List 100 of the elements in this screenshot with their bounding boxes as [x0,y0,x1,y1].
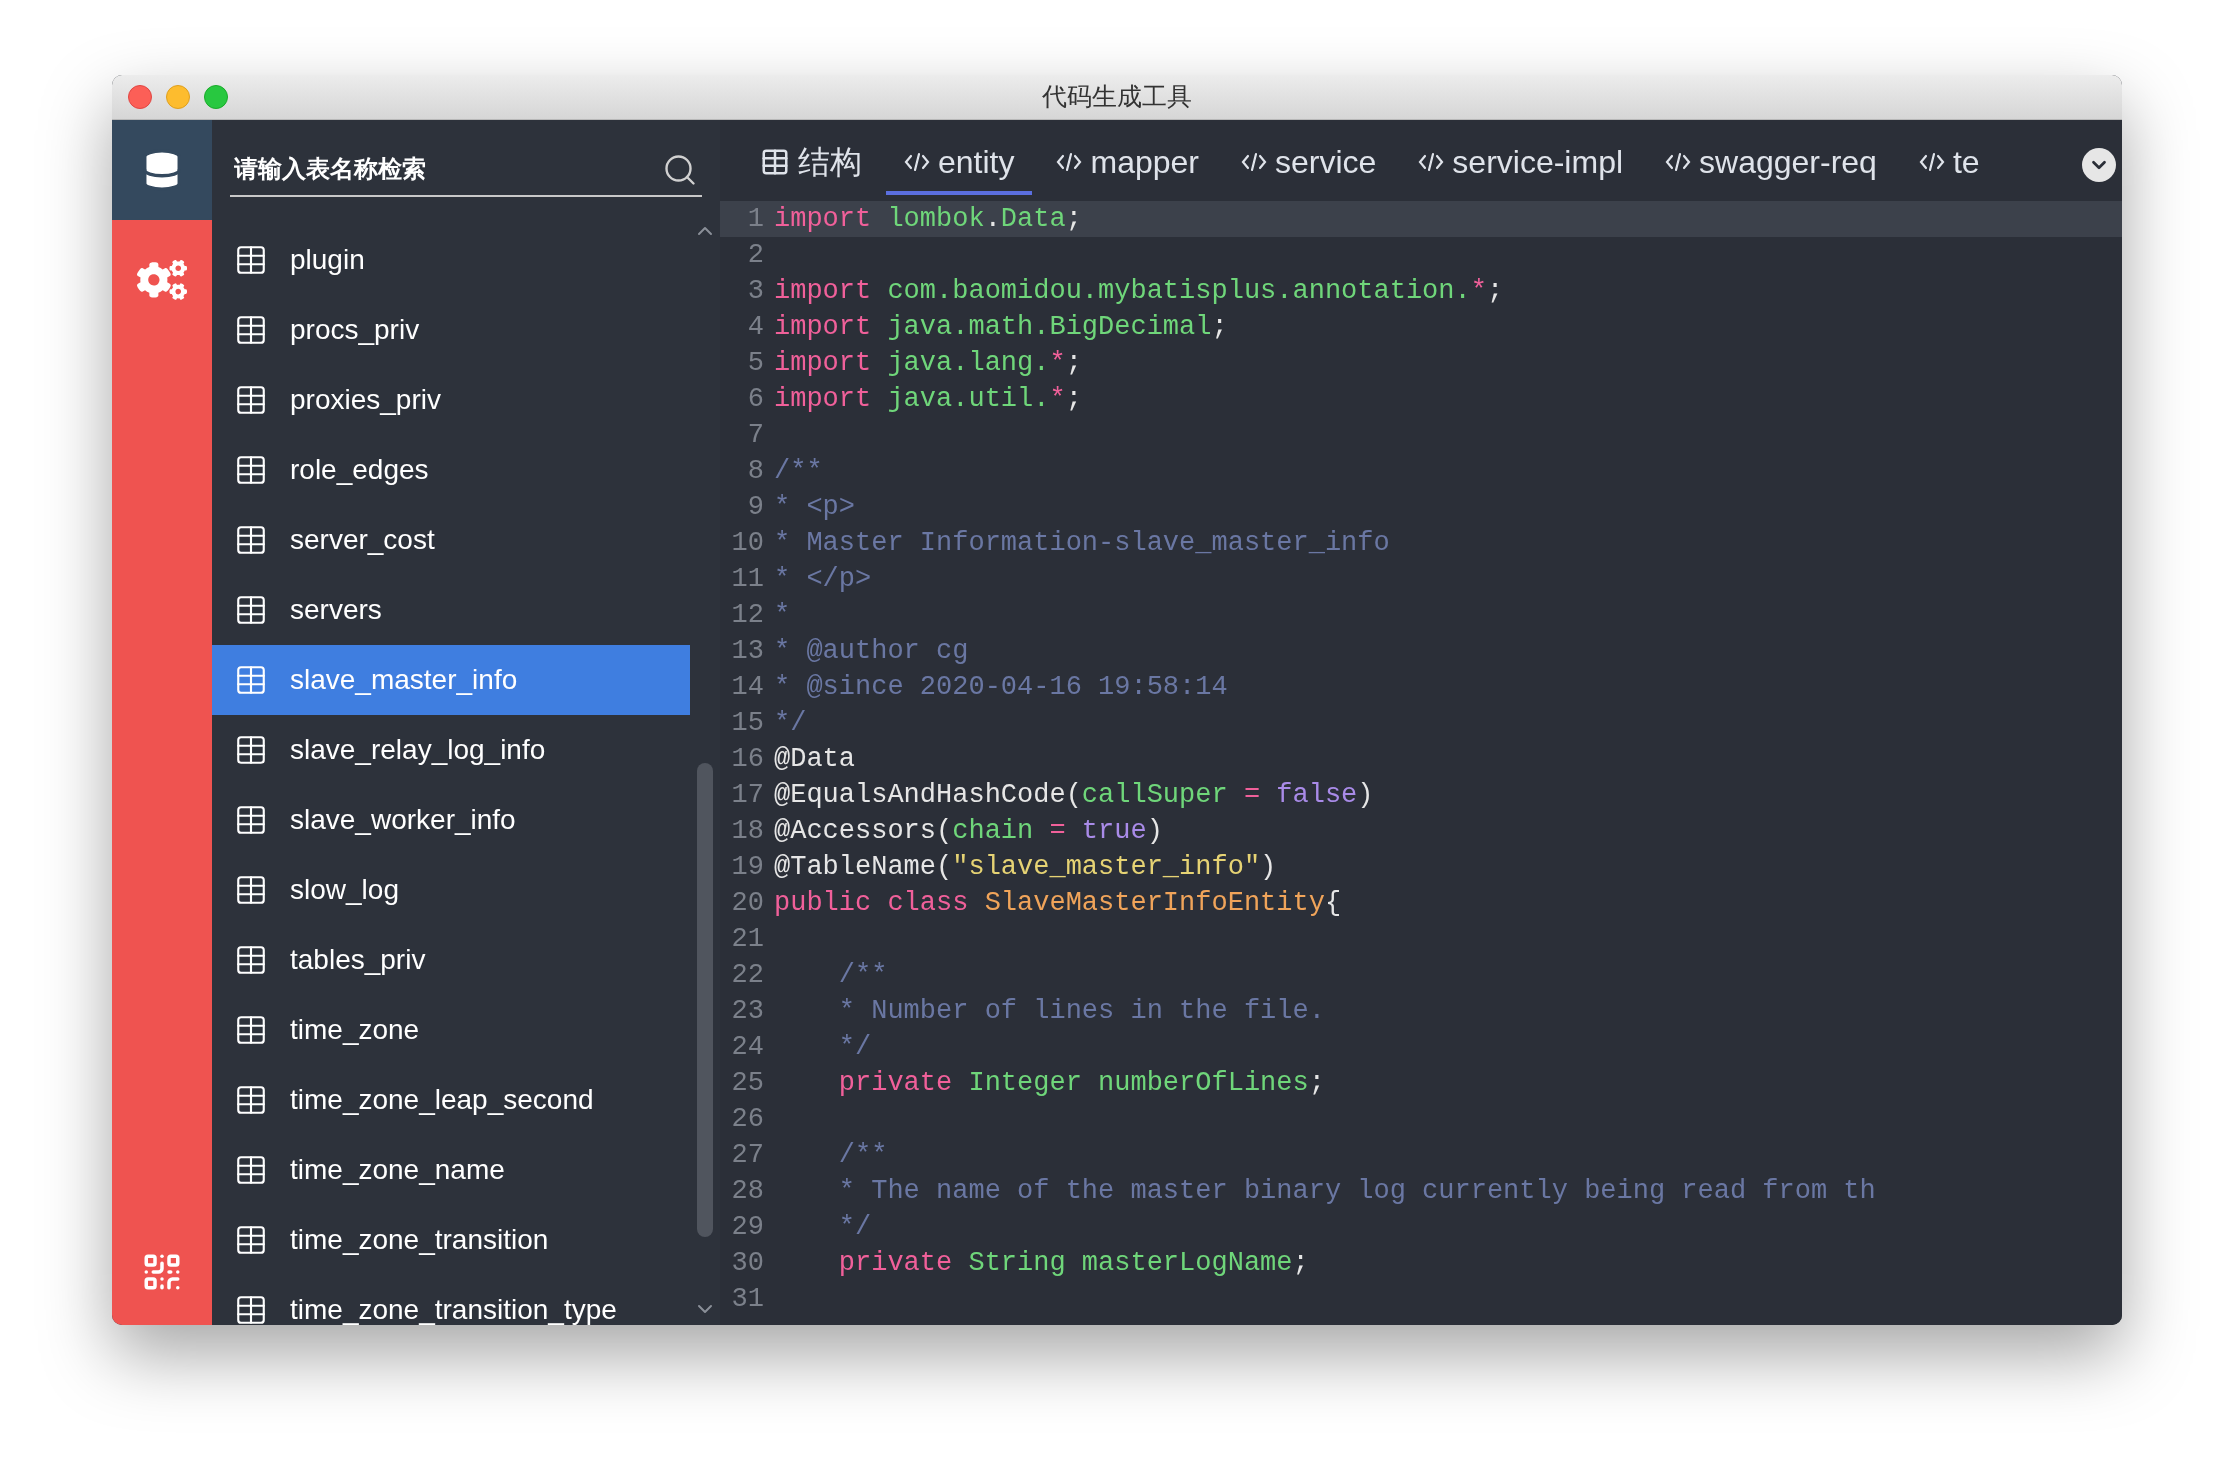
code-line: * [773,598,791,632]
table-icon [234,1013,268,1047]
code-line: @EqualsAndHashCode(callSuper = false) [773,778,1374,812]
table-list-item[interactable]: server_cost [212,505,690,575]
tab[interactable]: service-impl [1400,133,1642,195]
table-icon [234,943,268,977]
table-icon [234,803,268,837]
line-number: 16 [730,742,765,776]
table-list-item[interactable]: proxies_priv [212,365,690,435]
table-list-item[interactable]: time_zone_name [212,1135,690,1205]
line-number: 3 [746,274,765,308]
code-line: * @author cg [773,634,969,668]
code-line: private Integer numberOfLines; [837,1066,1325,1100]
table-list-item[interactable]: slow_log [212,855,690,925]
line-number: 15 [730,706,765,740]
maximize-button[interactable] [204,85,228,109]
line-number: 4 [746,310,765,344]
line-number: 19 [730,850,765,884]
line-number: 17 [730,778,765,812]
line-number: 13 [730,634,765,668]
window-title: 代码生成工具 [1042,81,1192,113]
tab[interactable]: mapper [1038,133,1217,195]
line-number: 18 [730,814,765,848]
code-line: /** [837,958,888,992]
code-line: */ [773,706,807,740]
table-icon [234,1223,268,1257]
line-number: 2 [746,238,765,272]
minimize-button[interactable] [166,85,190,109]
code-icon [1418,151,1445,173]
line-number: 21 [730,922,765,956]
code-line: /** [773,454,823,488]
code-line: @TableName("slave_master_info") [773,850,1277,884]
code-line: private String masterLogName; [837,1246,1309,1280]
code-line: import java.util.*; [773,382,1082,416]
code-line: @Accessors(chain = true) [773,814,1163,848]
table-icon [234,1083,268,1117]
table-list-item[interactable]: time_zone_transition_type [212,1275,690,1325]
line-number: 14 [730,670,765,704]
code-line: @Data [773,742,855,776]
code-line: * </p> [773,562,872,596]
table-icon [234,663,268,697]
code-line: /** [837,1138,888,1172]
line-number: 31 [730,1282,765,1316]
line-number: 12 [730,598,765,632]
table-list-item[interactable]: procs_priv [212,295,690,365]
code-icon [1918,151,1945,173]
table-icon [234,383,268,417]
code-icon [1665,151,1692,173]
line-number: 28 [730,1174,765,1208]
table-list-item[interactable]: slave_master_info [212,645,690,715]
database-button[interactable] [112,120,212,220]
more-tabs-button[interactable] [2082,148,2116,182]
table-list-item[interactable]: role_edges [212,435,690,505]
tab[interactable]: service [1223,133,1395,195]
line-number: 26 [730,1102,765,1136]
line-number: 27 [730,1138,765,1172]
code-line: * The name of the master binary log currently being read from th [837,1174,1876,1208]
tab[interactable]: swagger-req [1647,133,1895,195]
line-number: 11 [730,562,765,596]
line-number: 7 [746,418,765,452]
code-line: */ [837,1030,872,1064]
table-list-item[interactable]: slave_relay_log_info [212,715,690,785]
table-icon [760,147,790,177]
scroll-thumb[interactable] [697,763,713,1237]
table-icon [234,1293,268,1325]
line-number: 6 [746,382,765,416]
table-list-item[interactable]: servers [212,575,690,645]
table-icon [234,313,268,347]
close-button[interactable] [128,85,152,109]
table-icon [234,243,268,277]
tab[interactable]: entity [886,133,1033,195]
tab[interactable]: 结构 [742,133,880,195]
table-list-item[interactable]: time_zone_leap_second [212,1065,690,1135]
table-list-item[interactable]: time_zone [212,995,690,1065]
code-icon [1241,151,1267,173]
code-line: import java.lang.*; [773,346,1082,380]
table-icon [234,593,268,627]
line-number: 10 [730,526,765,560]
code-line: */ [837,1210,872,1244]
line-number: 20 [730,886,765,920]
line-number: 8 [746,454,765,488]
code-line: import java.math.BigDecimal; [773,310,1228,344]
table-icon [234,1153,268,1187]
line-number: 24 [730,1030,765,1064]
table-icon [234,523,268,557]
table-list-item[interactable]: time_zone_transition [212,1205,690,1275]
code-icon [1056,151,1083,173]
table-icon [234,733,268,767]
table-icon [234,453,268,487]
table-list-item[interactable]: slave_worker_info [212,785,690,855]
line-number: 29 [730,1210,765,1244]
line-number: 9 [746,490,765,524]
code-icon [904,151,930,173]
line-number: 23 [730,994,765,1028]
tab[interactable]: te [1900,133,1998,195]
table-list-item[interactable]: tables_priv [212,925,690,995]
line-number: 25 [730,1066,765,1100]
code-line: import com.baomidou.mybatisplus.annotation.*; [773,274,1504,308]
table-list-item[interactable]: plugin [212,225,690,295]
search-field[interactable]: 请输入表名称检索 [230,142,702,197]
